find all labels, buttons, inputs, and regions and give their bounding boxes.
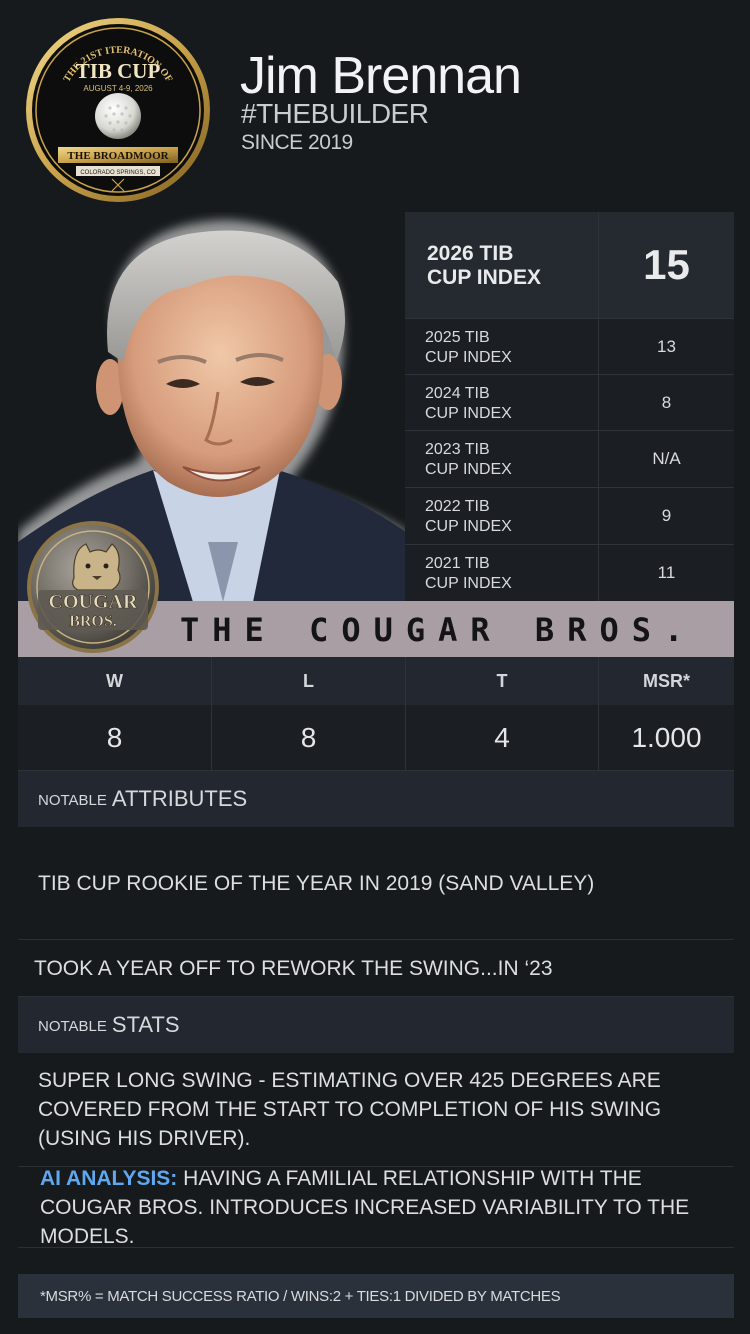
index-row-label: 2021 TIB CUP INDEX [425,554,545,594]
index-row: 2024 TIB CUP INDEX 8 [405,374,734,430]
current-index-label: 2026 TIB CUP INDEX [427,242,567,290]
current-index-label-line1: 2026 TIB [427,242,514,265]
attribute-item: TOOK A YEAR OFF TO REWORK THE SWING...IN… [18,940,734,997]
index-label-line1: 2023 TIB [425,441,490,458]
current-index-row: 2026 TIB CUP INDEX 15 [405,212,734,318]
record-value-ties: 4 [406,705,598,770]
index-label-line1: 2025 TIB [425,329,490,346]
stats-header-title: STATS [111,1012,180,1037]
record-header-losses: L [212,657,405,705]
attributes-header: NOTABLE ATTRIBUTES [18,771,734,827]
index-row: 2022 TIB CUP INDEX 9 [405,487,734,543]
tib-cup-badge-icon: THE 21ST ITERATION OF TIB CUP AUGUST 4-9… [24,16,212,204]
record-header-wins: W [18,657,211,705]
ai-analysis-label: AI ANALYSIS: [40,1166,178,1190]
record-divider [405,657,406,770]
msr-footnote: *MSR% = MATCH SUCCESS RATIO / WINS:2 + T… [18,1274,734,1318]
record-header-ties: T [406,657,598,705]
index-label-line1: 2024 TIB [425,385,490,402]
index-label-line2: CUP INDEX [425,461,512,478]
record-divider [211,657,212,770]
record-value-wins: 8 [18,705,211,770]
badge-location: COLORADO SPRINGS, CO [80,170,156,176]
current-index-value: 15 [643,241,690,288]
attribute-text: TIB CUP ROOKIE OF THE YEAR IN 2019 (SAND… [38,871,595,895]
index-label-line2: CUP INDEX [425,575,512,592]
record-divider [598,657,599,770]
record-header-msr: MSR* [599,657,734,705]
attributes-header-prefix: NOTABLE [38,791,107,809]
index-label-line1: 2022 TIB [425,498,490,515]
index-row-label: 2025 TIB CUP INDEX [425,328,545,368]
index-row-value: N/A [652,449,681,468]
cougar-bros-logo-icon: COUGAR BROS. [26,520,160,654]
index-label-line2: CUP INDEX [425,405,512,422]
badge-dates: AUGUST 4-9, 2026 [83,84,153,93]
index-row: 2021 TIB CUP INDEX 11 [405,544,734,602]
ai-analysis: AI ANALYSIS: HAVING A FAMILIAL RELATIONS… [18,1167,734,1248]
index-divider [598,212,599,602]
cougar-logo-line2: BROS. [69,613,117,630]
cougar-logo-line1: COUGAR [49,591,138,613]
index-row-label: 2024 TIB CUP INDEX [425,384,545,424]
index-row-label: 2023 TIB CUP INDEX [425,440,545,480]
player-since: SINCE 2019 [241,131,353,154]
record-value-msr: 1.000 [599,705,734,770]
index-row-value: 9 [661,506,672,525]
attributes-header-title: ATTRIBUTES [111,786,248,811]
index-row: 2023 TIB CUP INDEX N/A [405,430,734,486]
index-row: 2025 TIB CUP INDEX 13 [405,318,734,374]
index-row-value: 8 [661,393,672,412]
stats-header-prefix: NOTABLE [38,1017,107,1035]
attribute-item: TIB CUP ROOKIE OF THE YEAR IN 2019 (SAND… [18,827,734,940]
golf-ball-icon [95,93,141,139]
badge-title: TIB CUP [76,59,161,83]
attribute-text: TOOK A YEAR OFF TO REWORK THE SWING...IN… [34,956,553,980]
team-name: THE COUGAR BROS. [180,611,697,649]
player-name: Jim Brennan [240,47,522,105]
index-row-value: 13 [657,337,676,356]
index-table: 2026 TIB CUP INDEX 15 2025 TIB CUP INDEX… [405,212,734,602]
record-table: W L T MSR* 8 8 4 1.000 [18,657,734,771]
stat-item: SUPER LONG SWING - ESTIMATING OVER 425 D… [18,1053,734,1167]
stat-text: SUPER LONG SWING - ESTIMATING OVER 425 D… [38,1069,662,1150]
record-value-losses: 8 [212,705,405,770]
badge-venue: THE BROADMOOR [67,150,169,162]
index-row-value: 11 [657,563,676,582]
index-label-line2: CUP INDEX [425,349,512,366]
index-label-line1: 2021 TIB [425,555,490,572]
player-nickname: #THEBUILDER [241,98,429,129]
index-label-line2: CUP INDEX [425,518,512,535]
index-row-label: 2022 TIB CUP INDEX [425,497,545,537]
stats-header: NOTABLE STATS [18,997,734,1053]
current-index-label-line2: CUP INDEX [427,266,541,289]
